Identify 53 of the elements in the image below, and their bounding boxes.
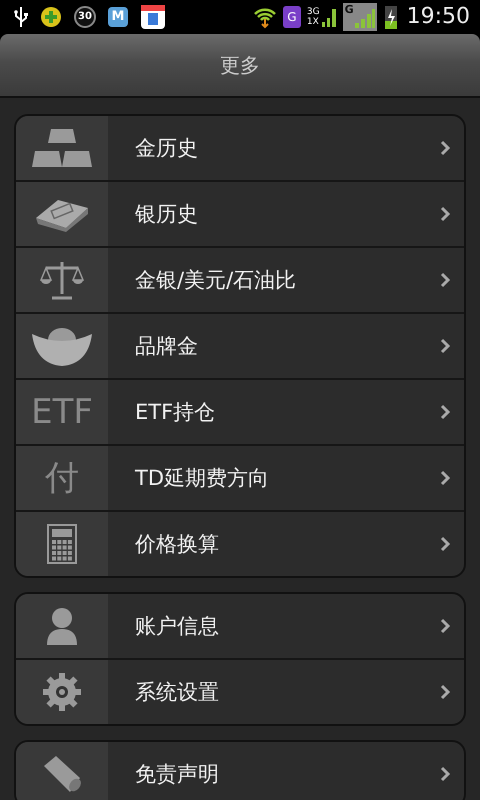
gear-icon xyxy=(42,672,82,712)
menu-item[interactable]: 价格换算 xyxy=(16,510,464,576)
app-icon: 30 xyxy=(74,6,96,28)
menu-label: 金历史 xyxy=(135,135,198,162)
chevron-icon xyxy=(440,140,450,156)
bar-stack-icon xyxy=(31,127,93,169)
chevron-icon xyxy=(440,766,450,782)
menu-label: 免责声明 xyxy=(135,761,219,788)
battery-icon xyxy=(382,4,399,30)
chevron-icon xyxy=(440,272,450,288)
chevron-icon xyxy=(440,338,450,354)
menu-item[interactable]: 付 TD延期费方向 xyxy=(16,444,464,510)
chevron-icon xyxy=(440,470,450,486)
app-icon: M xyxy=(108,6,128,26)
app-icon xyxy=(140,4,166,30)
signal-icon xyxy=(320,6,337,26)
usb-icon xyxy=(14,6,28,28)
menu-label: 金银/美元/石油比 xyxy=(135,267,296,294)
network-label: G xyxy=(344,2,354,16)
signal-icon xyxy=(352,6,375,28)
menu-label: 品牌金 xyxy=(135,333,198,360)
menu-label: TD延期费方向 xyxy=(135,465,269,492)
chevron-icon xyxy=(440,206,450,222)
menu-item[interactable]: 账户信息 xyxy=(16,594,464,658)
ingot-icon xyxy=(31,326,93,366)
icon-label: ETF xyxy=(31,395,93,429)
chevron-icon xyxy=(440,684,450,700)
menu-item[interactable]: 银历史 xyxy=(16,180,464,246)
menu-label: 价格换算 xyxy=(135,531,219,558)
person-icon xyxy=(46,607,78,645)
network-label: 1X xyxy=(306,16,320,26)
screen-title: 更多 xyxy=(220,52,260,78)
menu-item[interactable]: 金银/美元/石油比 xyxy=(16,246,464,312)
network-label: 3G xyxy=(306,6,320,16)
icon-label: 付 xyxy=(45,461,79,495)
menu-label: 银历史 xyxy=(135,201,198,228)
menu-item[interactable]: 免责声明 xyxy=(16,742,464,800)
plus-icon xyxy=(40,6,62,28)
menu-item[interactable]: 品牌金 xyxy=(16,312,464,378)
chevron-icon xyxy=(440,404,450,420)
calculator-icon xyxy=(47,524,77,564)
chevron-icon xyxy=(440,536,450,552)
menu-label: ETF持仓 xyxy=(135,399,216,426)
app-icon: G xyxy=(282,6,301,28)
menu-label: 账户信息 xyxy=(135,613,219,640)
balance-scale-icon xyxy=(40,260,84,300)
scroll-icon xyxy=(42,754,82,794)
menu-item[interactable]: ETF ETF持仓 xyxy=(16,378,464,444)
chevron-icon xyxy=(440,618,450,634)
menu-label: 系统设置 xyxy=(135,679,219,706)
menu-item[interactable]: 系统设置 xyxy=(16,658,464,724)
menu-item[interactable]: 金历史 xyxy=(16,116,464,180)
clock: 19:50 xyxy=(406,4,470,29)
